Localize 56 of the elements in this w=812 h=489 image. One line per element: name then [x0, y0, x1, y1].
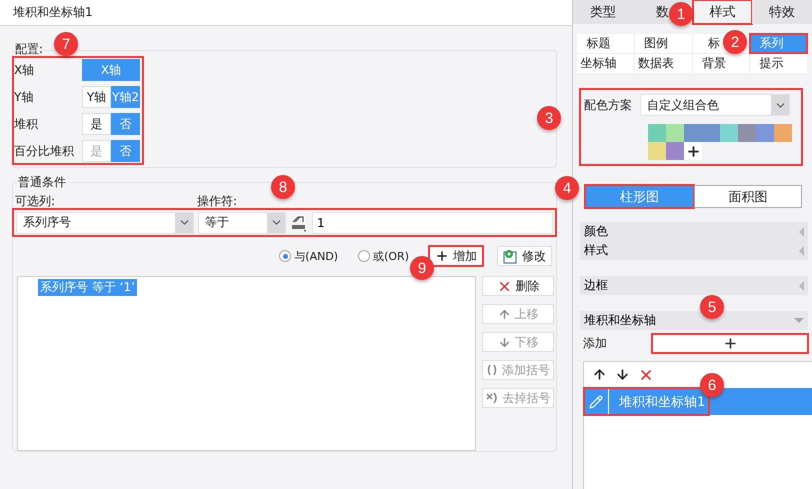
color-swatch[interactable]: [648, 124, 666, 142]
sub-tab[interactable]: 背景: [692, 54, 750, 73]
logic-radio[interactable]: 与(AND): [279, 248, 338, 264]
color-swatch[interactable]: [774, 124, 792, 142]
brackets-icon: [486, 364, 498, 376]
section-header[interactable]: 边框: [580, 276, 808, 295]
arrow-down-icon: [498, 336, 510, 348]
toggle-option[interactable]: 是: [82, 113, 111, 135]
scheme-select[interactable]: 自定义组合色: [640, 94, 790, 116]
arrow-up-icon: [498, 308, 510, 320]
operator-select[interactable]: 等于: [198, 212, 286, 234]
section-header[interactable]: 堆积和坐标轴: [580, 311, 808, 330]
modify-button[interactable]: 修改: [497, 246, 552, 266]
remove-brackets-icon: [486, 392, 498, 404]
color-swatch[interactable]: [648, 142, 666, 160]
panel-title: 堆积和坐标轴1: [13, 4, 93, 21]
scheme-label: 配色方案: [584, 96, 632, 114]
pencil-icon: [589, 394, 603, 408]
option-label: Y轴: [14, 88, 34, 106]
sub-tab[interactable]: 坐标轴: [577, 54, 634, 73]
section-header[interactable]: 颜色: [580, 222, 808, 241]
tab[interactable]: 样式: [692, 0, 752, 24]
option-label: X轴: [14, 62, 34, 78]
value-input[interactable]: 1: [312, 212, 553, 234]
option-label: 百分比堆积: [14, 142, 74, 160]
condition-legend: 普通条件: [15, 175, 69, 189]
close-icon[interactable]: [638, 367, 654, 383]
add-button[interactable]: 增加: [429, 246, 483, 266]
color-swatch[interactable]: [666, 142, 684, 160]
color-swatch[interactable]: [756, 124, 774, 142]
plus-icon: [686, 144, 700, 158]
color-swatch[interactable]: [720, 124, 738, 142]
sub-tab[interactable]: 图例: [634, 34, 692, 53]
chart-type-toggle[interactable]: 面积图: [694, 185, 802, 208]
toggle-option[interactable]: Y轴: [82, 86, 111, 108]
color-swatch[interactable]: [684, 124, 702, 142]
text-type-icon: [290, 214, 308, 232]
add-label: 添加: [583, 335, 607, 352]
plus-icon: [435, 249, 449, 264]
color-swatch[interactable]: [738, 124, 756, 142]
add-color-button[interactable]: [684, 142, 702, 160]
logic-radio[interactable]: 或(OR): [358, 248, 409, 264]
sub-tab[interactable]: 数据表: [634, 54, 692, 73]
sub-tab[interactable]: 提示: [750, 54, 807, 73]
field-label: 操作符:: [197, 193, 238, 209]
section-header[interactable]: 样式: [580, 241, 808, 260]
delete-button[interactable]: 删除: [482, 276, 554, 296]
add-button[interactable]: [652, 334, 808, 353]
color-swatch[interactable]: [702, 124, 720, 142]
option-label: 堆积: [14, 116, 38, 132]
field-label: 可选列:: [15, 193, 56, 209]
sub-tab[interactable]: 标题: [577, 34, 634, 53]
arrow-down-icon[interactable]: [615, 367, 630, 382]
plus-icon: [722, 336, 738, 351]
column-select[interactable]: 系列序号: [16, 212, 194, 234]
color-swatch[interactable]: [666, 124, 684, 142]
